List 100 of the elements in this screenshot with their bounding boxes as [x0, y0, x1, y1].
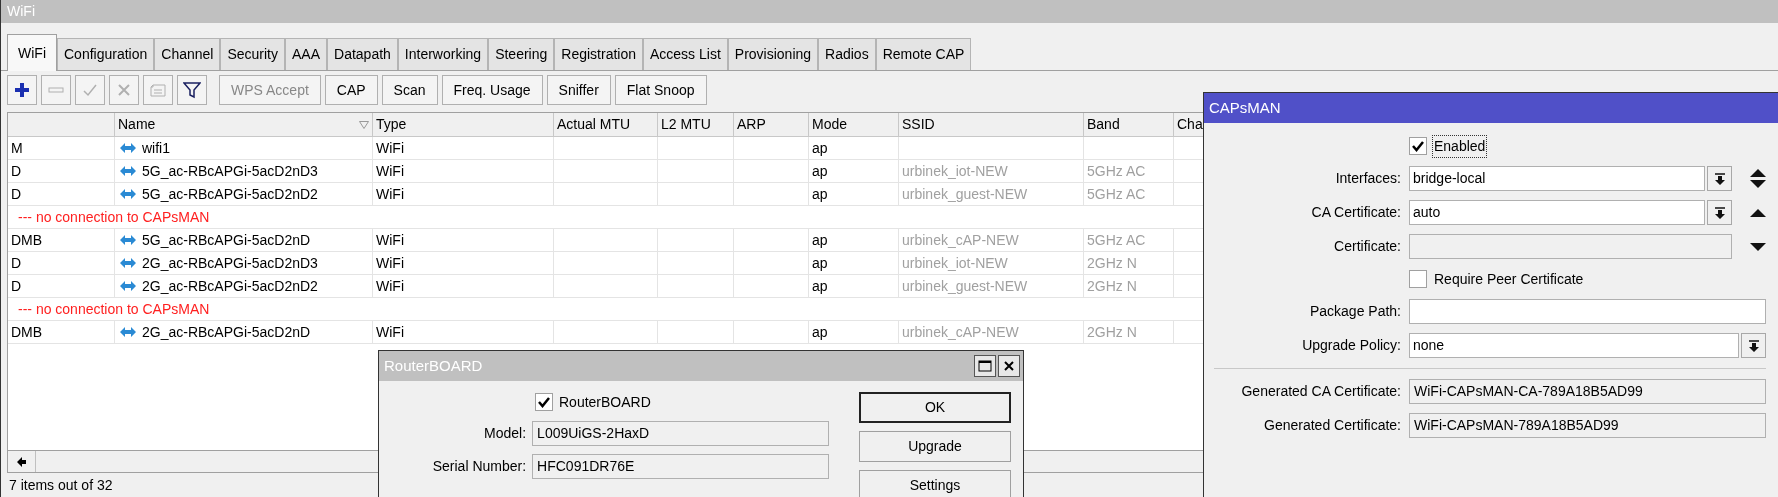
dropdown-icon [1747, 339, 1760, 352]
table-cell-text: D [11, 184, 22, 204]
table-cell-text: DMB [11, 322, 43, 342]
interface-icon [120, 189, 136, 199]
table-cell-text: WiFi [376, 184, 404, 204]
tab[interactable]: Remote CAP [875, 38, 972, 70]
table-cell-text: urbinek_iot-NEW [902, 161, 1008, 181]
field-label: Model: [483, 424, 527, 443]
toolbar-button[interactable]: Scan [381, 75, 438, 105]
dialog-title: RouterBOARD [384, 355, 483, 376]
tab[interactable]: Security [220, 38, 285, 70]
table-cell-text: 2G_ac-RBcAPGi-5acD2nD2 [142, 276, 318, 296]
field-label: Generated Certificate: [1263, 416, 1401, 435]
table-cell-text: DMB [11, 230, 43, 250]
table-cell-text: ap [812, 276, 828, 296]
text-field[interactable] [1409, 299, 1766, 324]
dropdown-field[interactable]: none [1409, 333, 1739, 358]
tab[interactable]: Access List [643, 38, 728, 70]
maximize-button[interactable] [974, 355, 996, 377]
dropdown-button[interactable] [1707, 200, 1732, 225]
toolbar-button[interactable]: Sniffer [546, 75, 611, 105]
table-cell-text: 2GHz N [1087, 276, 1137, 296]
table-cell-text: urbinek_cAP-NEW [902, 230, 1019, 250]
toolbar-button[interactable] [7, 75, 37, 105]
checkbox[interactable] [1409, 270, 1427, 288]
tab[interactable]: Provisioning [727, 38, 819, 70]
text-field[interactable]: HFC091DR76E [532, 454, 829, 479]
checkbox[interactable] [1409, 137, 1427, 155]
checkbox-label: Enabled [1432, 134, 1488, 158]
field-label: Generated CA Certificate: [1240, 382, 1401, 401]
tab[interactable]: Configuration [57, 38, 155, 70]
up-arrow-icon[interactable] [1750, 208, 1766, 217]
dropdown-button[interactable] [1707, 166, 1732, 191]
interface-icon [120, 281, 136, 291]
tab[interactable]: Steering [488, 38, 555, 70]
column-title: L2 MTU [661, 115, 711, 134]
down-arrow-icon[interactable] [1750, 242, 1766, 251]
status-text: 7 items out of 32 [9, 475, 113, 495]
text-field[interactable] [1409, 234, 1732, 259]
sort-icon [359, 120, 369, 129]
text-field[interactable]: WiFi-CAPsMAN-CA-789A18B5AD99 [1409, 379, 1766, 404]
up-arrow-icon[interactable] [1750, 169, 1766, 177]
left-arrow-icon[interactable] [16, 456, 27, 467]
table-cell-text: ap [812, 184, 828, 204]
table-cell-text: 2G_ac-RBcAPGi-5acD2nD [142, 322, 311, 342]
checkbox[interactable] [535, 393, 553, 411]
dropdown-field[interactable]: bridge-local [1409, 166, 1705, 191]
interface-icon [120, 143, 136, 153]
table-cell-text: ap [812, 322, 828, 342]
dropdown-button[interactable] [1741, 333, 1766, 358]
interface-icon [120, 166, 136, 176]
field-label: Serial Number: [431, 457, 527, 476]
close-button[interactable] [998, 355, 1020, 377]
table-cell-text: WiFi [376, 161, 404, 181]
column-header[interactable]: SSID [899, 113, 1084, 136]
toolbar-button[interactable]: Freq. Usage [441, 75, 543, 105]
tab[interactable]: Channel [154, 38, 221, 70]
dropdown-field[interactable]: auto [1409, 200, 1705, 225]
column-title: Mode [812, 115, 848, 134]
column-header[interactable]: L2 MTU [658, 113, 734, 136]
table-cell-text: D [11, 276, 22, 296]
tab[interactable]: Radios [818, 38, 876, 70]
table-cell-text: 2G_ac-RBcAPGi-5acD2nD3 [142, 253, 318, 273]
column-header[interactable]: ARP [734, 113, 809, 136]
column-header[interactable]: Actual MTU [554, 113, 658, 136]
interface-icon [120, 327, 136, 337]
field-label: Package Path: [1308, 302, 1401, 321]
table-cell-text: wifi1 [142, 138, 170, 158]
column-header[interactable]: Mode [809, 113, 899, 136]
field-label: Certificate: [1333, 237, 1401, 256]
dialog-button[interactable]: OK [859, 392, 1011, 423]
text-field[interactable]: WiFi-CAPsMAN-789A18B5AD99 [1409, 413, 1766, 438]
window-title: WiFi [7, 2, 35, 21]
column-header[interactable]: Name [115, 113, 373, 136]
tab[interactable]: Registration [554, 38, 643, 70]
down-arrow-icon[interactable] [1750, 180, 1766, 188]
table-cell-text: urbinek_guest-NEW [902, 276, 1028, 296]
toolbar-button[interactable]: CAP [324, 75, 378, 105]
note-icon [149, 82, 167, 98]
column-title: Cha [1177, 115, 1203, 134]
text-field[interactable]: L009UiGS-2HaxD [532, 421, 829, 446]
dialog-button[interactable]: Upgrade [859, 431, 1011, 462]
column-title: Name [118, 115, 156, 134]
tab[interactable]: WiFi [7, 34, 57, 71]
toolbar-button[interactable] [177, 75, 207, 105]
dialog-button[interactable]: Settings [859, 470, 1011, 497]
close-icon [1003, 360, 1015, 372]
table-cell-text: WiFi [376, 138, 404, 158]
table-cell-text: 5GHz AC [1087, 184, 1146, 204]
tab[interactable]: Datapath [327, 38, 398, 70]
toolbar-button[interactable]: Flat Snoop [614, 75, 707, 105]
tab[interactable]: AAA [285, 38, 328, 70]
check-icon [1412, 140, 1424, 152]
column-header[interactable]: Band [1084, 113, 1174, 136]
table-cell-text: 2GHz N [1087, 253, 1137, 273]
comment-text: --- no connection to CAPsMAN [18, 299, 210, 319]
column-title: Band [1087, 115, 1120, 134]
column-header[interactable]: Type [373, 113, 554, 136]
column-title: Type [376, 115, 407, 134]
tab[interactable]: Interworking [397, 38, 489, 70]
